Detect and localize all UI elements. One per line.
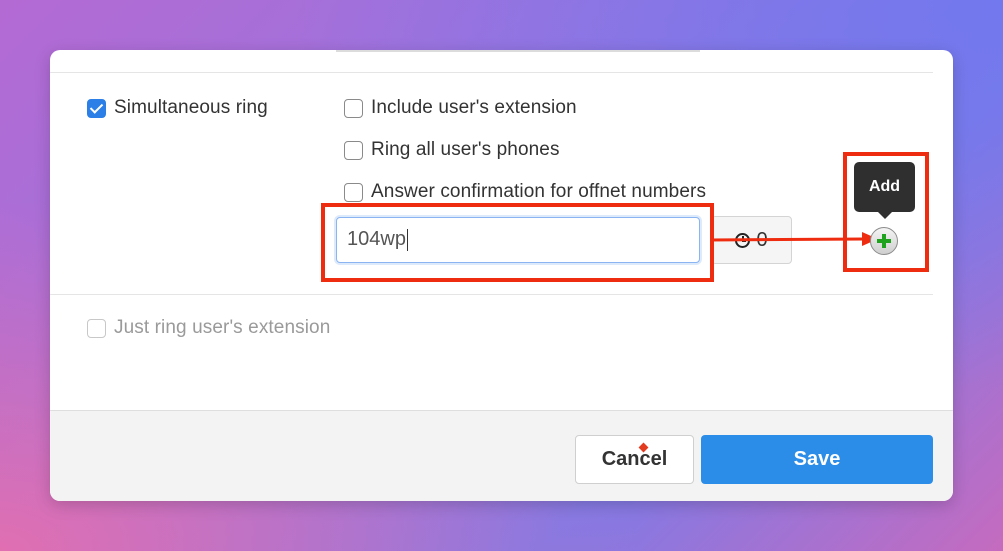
include-extension-checkbox[interactable] xyxy=(344,98,363,118)
simultaneous-ring-checkbox[interactable] xyxy=(87,98,106,118)
just-ring-extension-option: Just ring user's extension xyxy=(87,317,330,339)
answer-confirmation-label: Answer confirmation for offnet numbers xyxy=(371,181,707,202)
ring-all-phones-option[interactable]: Ring all user's phones xyxy=(344,139,560,161)
cancel-button[interactable]: Cancel xyxy=(575,435,694,484)
divider-top xyxy=(50,72,933,73)
simultaneous-ring-option[interactable]: Simultaneous ring xyxy=(87,97,268,119)
ring-all-phones-label: Ring all user's phones xyxy=(371,139,560,160)
annotation-arrow-line xyxy=(710,237,865,242)
answer-confirmation-option[interactable]: Answer confirmation for offnet numbers xyxy=(344,181,706,203)
just-ring-extension-checkbox xyxy=(87,318,106,338)
settings-dialog: Simultaneous ring Include user's extensi… xyxy=(50,50,953,501)
highlight-box-add xyxy=(843,152,929,272)
answer-confirmation-checkbox[interactable] xyxy=(344,182,363,202)
ring-all-phones-checkbox[interactable] xyxy=(344,140,363,160)
save-button[interactable]: Save xyxy=(701,435,933,484)
include-extension-label: Include user's extension xyxy=(371,97,577,118)
include-extension-option[interactable]: Include user's extension xyxy=(344,97,577,119)
highlight-box-input xyxy=(321,203,714,282)
collapsed-field-edge xyxy=(336,50,700,52)
just-ring-extension-label: Just ring user's extension xyxy=(114,317,331,338)
simultaneous-ring-label: Simultaneous ring xyxy=(114,97,268,118)
divider-middle xyxy=(50,294,933,295)
